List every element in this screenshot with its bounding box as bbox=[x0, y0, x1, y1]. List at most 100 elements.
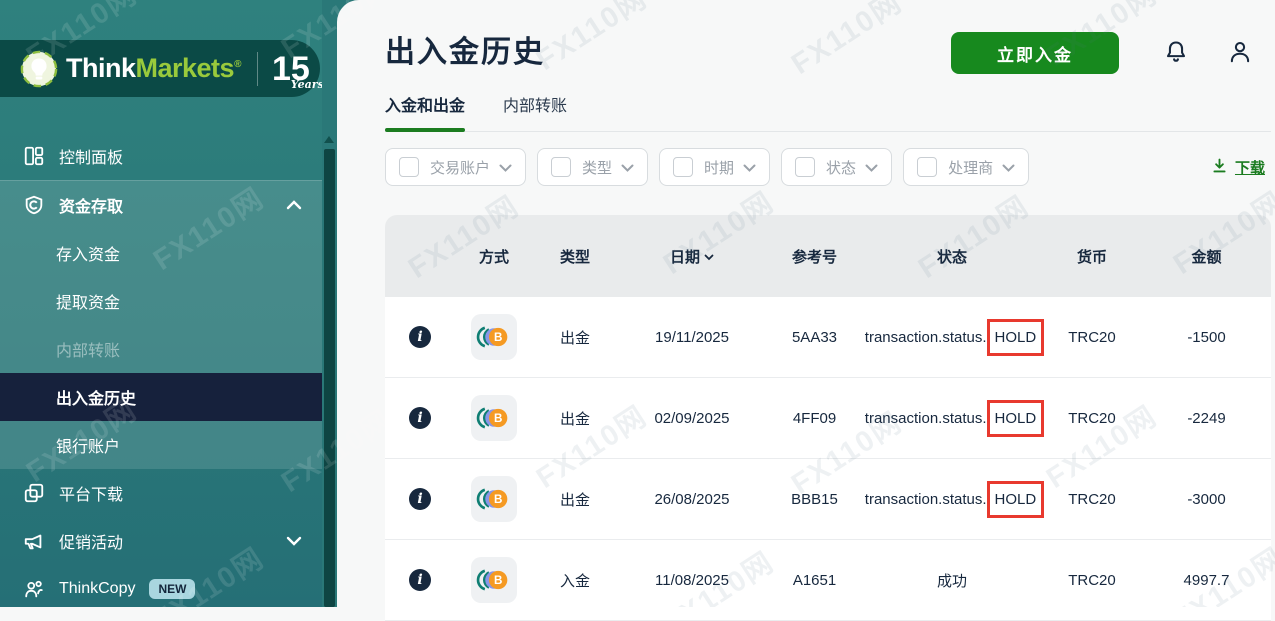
filter-type[interactable]: 类型 bbox=[537, 148, 648, 186]
info-icon[interactable]: i bbox=[409, 569, 431, 591]
platform-download-icon bbox=[22, 482, 46, 504]
checkbox[interactable] bbox=[399, 157, 419, 177]
table-row: i B 出金 02/09/2025 4FF09 transaction.stat… bbox=[385, 378, 1271, 459]
crypto-method-icon: B bbox=[471, 395, 517, 441]
deposit-now-button[interactable]: 立即入金 bbox=[951, 32, 1119, 74]
sidebar-item-label: 银行账户 bbox=[56, 433, 120, 457]
new-badge: NEW bbox=[149, 579, 195, 599]
chevron-down-icon bbox=[621, 159, 634, 176]
chevron-down-icon bbox=[865, 159, 878, 176]
info-icon[interactable]: i bbox=[409, 407, 431, 429]
funds-access-icon bbox=[22, 194, 46, 216]
currency-cell: TRC20 bbox=[1042, 491, 1142, 508]
bell-icon bbox=[1163, 39, 1189, 68]
person-icon bbox=[1227, 39, 1253, 68]
tab-internal-transfer[interactable]: 内部转账 bbox=[503, 92, 567, 131]
filter-processor[interactable]: 处理商 bbox=[903, 148, 1029, 186]
sidebar-nav: 控制面板 资金存取 存入资金 提取资金 内部转账 出入金历史 银行账户 bbox=[0, 132, 322, 613]
chevron-down-icon bbox=[286, 536, 302, 546]
currency-cell: TRC20 bbox=[1042, 329, 1142, 346]
col-reference: 参考号 bbox=[767, 246, 862, 267]
sidebar-item-label: 平台下载 bbox=[59, 481, 123, 505]
info-icon[interactable]: i bbox=[409, 326, 431, 348]
notifications-button[interactable] bbox=[1163, 39, 1189, 68]
checkbox[interactable] bbox=[551, 157, 571, 177]
col-date[interactable]: 日期 bbox=[617, 246, 767, 267]
chevron-up-icon bbox=[286, 200, 302, 210]
svg-text:B: B bbox=[494, 574, 502, 587]
account-button[interactable] bbox=[1227, 39, 1253, 68]
dashboard-icon bbox=[22, 145, 46, 167]
date-cell: 19/11/2025 bbox=[617, 329, 767, 346]
crypto-method-icon: B bbox=[471, 557, 517, 603]
logo-divider bbox=[257, 52, 258, 86]
hold-status-annotation: HOLD bbox=[987, 400, 1045, 437]
svg-text:B: B bbox=[494, 493, 502, 506]
sidebar-item-thinkcopy[interactable]: ThinkCopy NEW bbox=[0, 565, 322, 613]
sidebar-scrollbar[interactable] bbox=[322, 0, 337, 607]
scroll-up-arrow-icon[interactable] bbox=[324, 136, 334, 143]
brand-logo[interactable]: ThinkMarkets® 15Years bbox=[0, 40, 320, 97]
page-title: 出入金历史 bbox=[385, 32, 545, 74]
col-amount: 金额 bbox=[1142, 246, 1271, 267]
amount-cell: -2249 bbox=[1142, 410, 1271, 427]
status-cell: 成功 bbox=[862, 570, 1042, 591]
sidebar-item-internal-transfer[interactable]: 内部转账 bbox=[0, 325, 322, 373]
crypto-method-icon: B bbox=[471, 476, 517, 522]
sidebar-item-platform-download[interactable]: 平台下载 bbox=[0, 469, 322, 517]
lightbulb-logo-icon bbox=[20, 50, 58, 88]
sidebar-item-funds-access[interactable]: 资金存取 bbox=[0, 181, 322, 229]
filter-period[interactable]: 时期 bbox=[659, 148, 770, 186]
col-type: 类型 bbox=[533, 246, 617, 267]
table-row: i B 出金 19/11/2025 5AA33 transaction.stat… bbox=[385, 297, 1271, 378]
filter-bar: 交易账户 类型 时期 状态 处理商 bbox=[385, 148, 1275, 186]
hold-status-annotation: HOLD bbox=[987, 319, 1045, 356]
type-cell: 入金 bbox=[533, 570, 617, 591]
checkbox[interactable] bbox=[795, 157, 815, 177]
sidebar-item-label: 促销活动 bbox=[59, 529, 123, 553]
status-cell: transaction.status.HOLD bbox=[862, 326, 1042, 349]
sidebar-item-withdraw-funds[interactable]: 提取资金 bbox=[0, 277, 322, 325]
table-row: i B 出金 26/08/2025 BBB15 transaction.stat… bbox=[385, 459, 1271, 540]
sort-caret-icon bbox=[704, 254, 714, 261]
fifteen-years-badge: 15Years bbox=[272, 52, 310, 86]
type-cell: 出金 bbox=[533, 327, 617, 348]
tab-deposits-withdrawals[interactable]: 入金和出金 bbox=[385, 92, 465, 131]
sidebar-item-deposit-funds[interactable]: 存入资金 bbox=[0, 229, 322, 277]
col-currency: 货币 bbox=[1042, 246, 1142, 267]
chevron-down-icon bbox=[1002, 159, 1015, 176]
col-status: 状态 bbox=[862, 246, 1042, 267]
amount-cell: -1500 bbox=[1142, 329, 1271, 346]
scrollbar-thumb[interactable] bbox=[324, 149, 335, 607]
date-cell: 26/08/2025 bbox=[617, 491, 767, 508]
sidebar-item-promotions[interactable]: 促销活动 bbox=[0, 517, 322, 565]
chevron-down-icon bbox=[743, 159, 756, 176]
main-content: 出入金历史 立即入金 入金和出金 内部转账 交易账户 bbox=[337, 0, 1275, 607]
status-cell: transaction.status.HOLD bbox=[862, 407, 1042, 430]
sidebar-item-label: ThinkCopy bbox=[59, 580, 135, 598]
checkbox[interactable] bbox=[673, 157, 693, 177]
sidebar-item-label: 存入资金 bbox=[56, 241, 120, 265]
sidebar-item-transaction-history[interactable]: 出入金历史 bbox=[0, 373, 322, 421]
currency-cell: TRC20 bbox=[1042, 572, 1142, 589]
status-cell: transaction.status.HOLD bbox=[862, 488, 1042, 511]
type-cell: 出金 bbox=[533, 408, 617, 429]
tab-bar: 入金和出金 内部转账 bbox=[385, 92, 1271, 132]
sidebar-item-bank-accounts[interactable]: 银行账户 bbox=[0, 421, 322, 469]
filter-trading-account[interactable]: 交易账户 bbox=[385, 148, 526, 186]
filter-status[interactable]: 状态 bbox=[781, 148, 892, 186]
svg-text:B: B bbox=[494, 331, 502, 344]
sidebar-item-label: 内部转账 bbox=[56, 337, 120, 361]
crypto-method-icon: B bbox=[471, 314, 517, 360]
megaphone-icon bbox=[22, 530, 46, 552]
checkbox[interactable] bbox=[917, 157, 937, 177]
info-icon[interactable]: i bbox=[409, 488, 431, 510]
download-icon bbox=[1211, 157, 1228, 178]
sidebar-item-label: 提取资金 bbox=[56, 289, 120, 313]
sidebar-item-dashboard[interactable]: 控制面板 bbox=[0, 132, 322, 180]
reference-cell: A1651 bbox=[767, 572, 862, 589]
transactions-table: 方式 类型 日期 参考号 状态 货币 金额 i B 出金 19/11/2025 … bbox=[385, 215, 1271, 621]
col-method: 方式 bbox=[455, 246, 533, 267]
people-icon bbox=[22, 578, 46, 600]
download-link[interactable]: 下载 bbox=[1211, 157, 1265, 178]
